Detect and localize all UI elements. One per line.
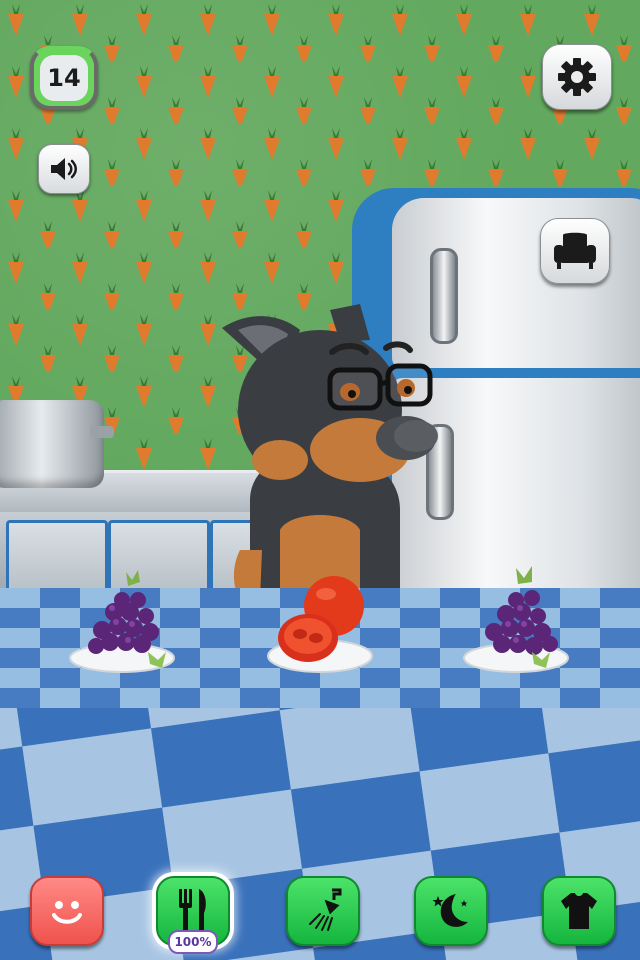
speaker-icon: [51, 158, 77, 180]
sound-toggle-button[interactable]: [38, 144, 90, 194]
wash-button[interactable]: [286, 876, 360, 946]
pet-dog-character[interactable]: [210, 300, 450, 600]
grapes-plate-left[interactable]: [66, 560, 180, 680]
sleep-button[interactable]: [414, 876, 488, 946]
shirt-icon: [561, 893, 597, 929]
smiley-icon: [52, 901, 82, 924]
toaster-lever: [90, 426, 114, 438]
change-room-button[interactable]: [540, 218, 610, 284]
grapes-plate-right[interactable]: [462, 560, 576, 680]
moon-icon: [432, 894, 468, 927]
tomato-plate[interactable]: [266, 576, 376, 676]
gear-icon: [558, 58, 596, 96]
food-level-percent: 100%: [168, 930, 218, 954]
game-scene: [0, 0, 640, 960]
happiness-button[interactable]: [30, 876, 104, 946]
level-number: 14: [40, 55, 88, 101]
wardrobe-button[interactable]: [542, 876, 616, 946]
settings-button[interactable]: [542, 44, 612, 110]
armchair-icon: [554, 232, 596, 269]
level-badge[interactable]: 14: [30, 46, 98, 110]
shower-icon: [309, 888, 342, 931]
toaster[interactable]: [0, 400, 104, 488]
